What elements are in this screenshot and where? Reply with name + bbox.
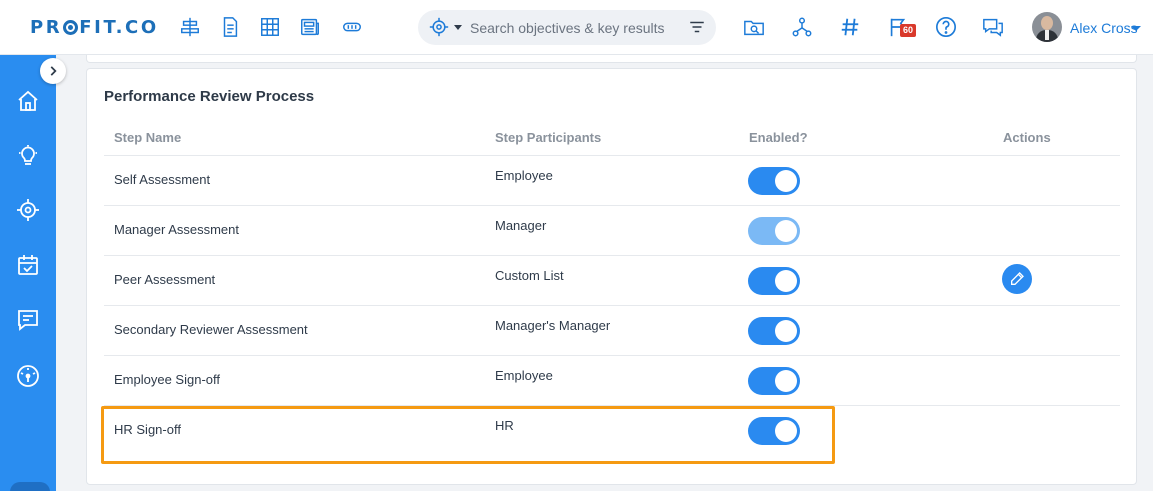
top-bar: PRFIT.CO 60 Alex Cross (0, 0, 1153, 55)
sidebar (0, 55, 56, 491)
chevron-right-icon (50, 66, 57, 76)
newspaper-icon[interactable] (298, 15, 322, 39)
highlight-box (101, 406, 835, 464)
table-divider (104, 305, 1120, 306)
search-input[interactable] (470, 18, 680, 38)
table-divider (104, 155, 1120, 156)
enabled-toggle[interactable] (748, 367, 800, 395)
align-center-icon[interactable] (178, 15, 202, 39)
help-icon[interactable] (934, 15, 958, 39)
folder-search-icon[interactable] (742, 15, 766, 39)
document-icon[interactable] (218, 15, 242, 39)
step-participants: Employee (495, 368, 553, 383)
pencil-icon (1011, 272, 1024, 285)
step-participants: Manager's Manager (495, 318, 611, 333)
section-title: Performance Review Process (104, 88, 315, 105)
step-participants: Manager (495, 218, 547, 233)
step-name: Secondary Reviewer Assessment (114, 322, 308, 337)
enabled-toggle[interactable] (748, 317, 800, 345)
search-bar[interactable] (418, 10, 716, 45)
step-participants: Custom List (495, 268, 564, 283)
user-name[interactable]: Alex Cross (1070, 20, 1138, 36)
chat-icon[interactable] (981, 15, 1005, 39)
dashboard-gauge-icon[interactable] (15, 363, 41, 389)
target-icon[interactable] (15, 197, 41, 223)
objective-target-icon[interactable] (429, 17, 449, 37)
hierarchy-icon[interactable] (790, 15, 814, 39)
column-header-actions: Actions (1003, 130, 1051, 145)
hashtag-icon[interactable] (838, 15, 862, 39)
table-divider (104, 205, 1120, 206)
grid-icon[interactable] (258, 15, 282, 39)
column-header-step-name: Step Name (114, 130, 182, 145)
badge-icon[interactable] (340, 15, 364, 39)
enabled-toggle[interactable] (748, 217, 800, 245)
search-scope-caret-icon[interactable] (454, 25, 462, 30)
user-menu-caret-icon[interactable] (1131, 26, 1141, 31)
sidebar-expand-button[interactable] (40, 58, 66, 84)
notification-badge[interactable]: 60 (900, 24, 917, 37)
column-header-enabled: Enabled? (749, 130, 808, 145)
table-divider (104, 355, 1120, 356)
home-icon[interactable] (15, 88, 41, 114)
filter-icon[interactable] (688, 18, 706, 36)
edit-button[interactable] (1002, 264, 1032, 294)
step-name: Self Assessment (114, 172, 211, 187)
step-participants: Employee (495, 168, 553, 183)
step-name: Peer Assessment (114, 272, 216, 287)
user-avatar[interactable] (1032, 12, 1062, 42)
sidebar-bottom-tab[interactable] (10, 482, 50, 491)
table-divider (104, 255, 1120, 256)
profitco-logo[interactable]: PR FIT.CO (30, 17, 159, 38)
column-header-participants: Step Participants (495, 130, 602, 145)
feedback-icon[interactable] (15, 307, 41, 333)
previous-card-edge (86, 55, 1137, 63)
enabled-toggle[interactable] (748, 267, 800, 295)
step-name: Employee Sign-off (114, 372, 220, 387)
step-name: Manager Assessment (114, 222, 240, 237)
lightbulb-icon[interactable] (15, 143, 41, 169)
calendar-check-icon[interactable] (15, 252, 41, 278)
enabled-toggle[interactable] (748, 167, 800, 195)
